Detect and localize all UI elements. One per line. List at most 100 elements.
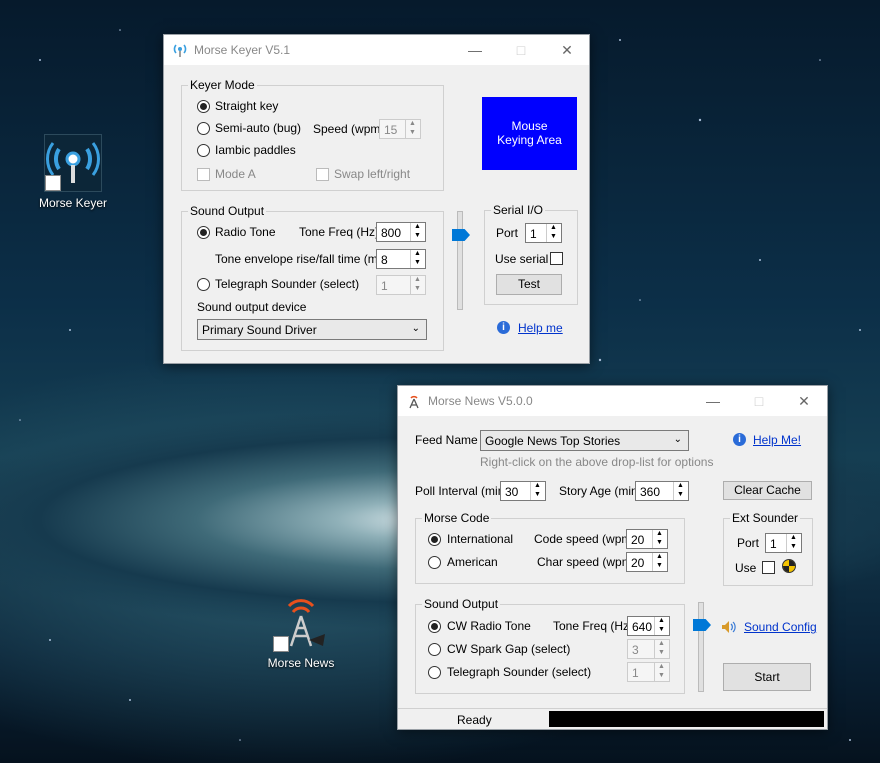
news-volume-slider-thumb[interactable] <box>693 619 711 631</box>
chevron-down-icon: ⌄ <box>411 323 420 334</box>
use-label: Use <box>735 561 757 575</box>
story-age-value: 360 <box>640 485 661 499</box>
radio-tone-radio[interactable] <box>197 226 210 239</box>
semiauto-label: Semi-auto (bug) <box>215 121 302 135</box>
mouse-area-line2: Keying Area <box>497 133 562 147</box>
maximize-button[interactable]: □ <box>736 386 782 416</box>
close-button[interactable]: ✕ <box>544 35 590 65</box>
spark-gap-spinner[interactable]: 3 <box>627 639 670 659</box>
use-serial-checkbox[interactable] <box>550 252 563 265</box>
sound-config-link[interactable]: Sound Config <box>744 620 817 634</box>
clear-cache-button[interactable]: Clear Cache <box>723 481 812 500</box>
spin-arrows-icon[interactable] <box>654 640 669 658</box>
feed-name-dropdown[interactable]: Google News Top Stories ⌄ <box>480 430 689 451</box>
radio-tone-label: Radio Tone <box>215 225 276 239</box>
morse-keyer-window: Morse Keyer V5.1 — □ ✕ Keyer Mode Straig… <box>163 34 590 364</box>
group-title: Sound Output <box>188 204 267 218</box>
iambic-radio[interactable] <box>197 144 210 157</box>
morse-display-panel <box>549 711 824 727</box>
group-title: Keyer Mode <box>188 78 257 92</box>
mode-a-label: Mode A <box>215 167 256 181</box>
international-label: International <box>447 532 514 546</box>
news-titlebar[interactable]: Morse News V5.0.0 — □ ✕ <box>398 386 827 416</box>
close-button[interactable]: ✕ <box>781 386 827 416</box>
spin-arrows-icon[interactable] <box>530 482 545 500</box>
sound-output-group: Sound Output Radio Tone Tone Freq (Hz) 8… <box>181 204 444 351</box>
cw-radio-tone-radio[interactable] <box>428 620 441 633</box>
spin-arrows-icon[interactable] <box>546 224 561 242</box>
desktop-icon-morse-keyer[interactable]: Morse Keyer <box>33 134 113 210</box>
help-me-link[interactable]: Help Me! <box>753 433 801 447</box>
american-radio[interactable] <box>428 556 441 569</box>
volume-slider-track[interactable] <box>457 211 463 310</box>
spin-arrows-icon[interactable] <box>652 530 667 548</box>
start-button[interactable]: Start <box>723 663 811 691</box>
news-telegraph-radio[interactable] <box>428 666 441 679</box>
semiauto-radio[interactable] <box>197 122 210 135</box>
char-speed-spinner[interactable]: 20 <box>626 552 668 572</box>
spin-arrows-icon[interactable] <box>405 120 420 138</box>
news-telegraph-value: 1 <box>632 666 639 680</box>
iambic-label: Iambic paddles <box>215 143 296 157</box>
swap-checkbox[interactable] <box>316 168 329 181</box>
sound-device-dropdown[interactable]: Primary Sound Driver ⌄ <box>197 319 427 340</box>
mouse-keying-area[interactable]: Mouse Keying Area <box>482 97 577 170</box>
spin-arrows-icon[interactable] <box>410 250 425 268</box>
envelope-spinner[interactable]: 8 <box>376 249 426 269</box>
code-speed-spinner[interactable]: 20 <box>626 529 668 549</box>
code-speed-value: 20 <box>631 533 645 547</box>
speed-value: 15 <box>384 123 398 137</box>
help-me-link[interactable]: Help me <box>518 321 563 335</box>
window-title: Morse News V5.0.0 <box>428 394 533 408</box>
serial-port-spinner[interactable]: 1 <box>525 223 562 243</box>
american-label: American <box>447 555 498 569</box>
desktop-icon-label: Morse News <box>267 656 335 670</box>
international-radio[interactable] <box>428 533 441 546</box>
ext-port-value: 1 <box>770 537 777 551</box>
telegraph-spinner[interactable]: 1 <box>376 275 426 295</box>
use-serial-label: Use serial <box>495 252 549 266</box>
cw-radio-tone-label: CW Radio Tone <box>447 619 531 633</box>
sounder-test-icon[interactable] <box>782 559 796 573</box>
spin-arrows-icon[interactable] <box>673 482 688 500</box>
spin-arrows-icon[interactable] <box>786 534 801 552</box>
keyer-mode-group: Keyer Mode Straight key Semi-auto (bug) … <box>181 78 444 191</box>
ext-port-spinner[interactable]: 1 <box>765 533 802 553</box>
window-title: Morse Keyer V5.1 <box>194 43 291 57</box>
group-title: Morse Code <box>422 511 492 525</box>
spark-gap-radio[interactable] <box>428 643 441 656</box>
news-title-icon <box>409 395 419 409</box>
telegraph-radio[interactable] <box>197 278 210 291</box>
mode-a-checkbox[interactable] <box>197 168 210 181</box>
tone-freq-spinner[interactable]: 800 <box>376 222 426 242</box>
straight-key-label: Straight key <box>215 99 279 113</box>
spin-arrows-icon[interactable] <box>410 276 425 294</box>
news-tone-freq-value: 640 <box>632 620 653 634</box>
news-telegraph-spinner[interactable]: 1 <box>627 662 670 682</box>
morse-news-app-icon <box>273 596 329 652</box>
speed-spinner[interactable]: 15 <box>379 119 421 139</box>
news-tone-freq-spinner[interactable]: 640 <box>627 616 670 636</box>
test-button[interactable]: Test <box>496 274 562 295</box>
desktop-icon-morse-news[interactable]: Morse News <box>261 596 341 670</box>
shortcut-arrow-icon <box>273 636 289 652</box>
keyer-titlebar[interactable]: Morse Keyer V5.1 — □ ✕ <box>164 35 589 65</box>
spin-arrows-icon[interactable] <box>410 223 425 241</box>
spark-gap-value: 3 <box>632 643 639 657</box>
straight-key-radio[interactable] <box>197 100 210 113</box>
spin-arrows-icon[interactable] <box>654 617 669 635</box>
poll-interval-spinner[interactable]: 30 <box>500 481 546 501</box>
minimize-button[interactable]: — <box>452 35 498 65</box>
device-label: Sound output device <box>197 300 307 314</box>
ext-sounder-group: Ext Sounder Port 1 Use <box>723 511 813 586</box>
maximize-button[interactable]: □ <box>498 35 544 65</box>
volume-slider-thumb[interactable] <box>452 229 470 241</box>
minimize-button[interactable]: — <box>690 386 736 416</box>
story-age-spinner[interactable]: 360 <box>635 481 689 501</box>
ext-use-checkbox[interactable] <box>762 561 775 574</box>
spin-arrows-icon[interactable] <box>652 553 667 571</box>
telegraph-label: Telegraph Sounder (select) <box>215 277 360 291</box>
spark-gap-label: CW Spark Gap (select) <box>447 642 571 656</box>
news-volume-slider-track[interactable] <box>698 602 704 692</box>
spin-arrows-icon[interactable] <box>654 663 669 681</box>
